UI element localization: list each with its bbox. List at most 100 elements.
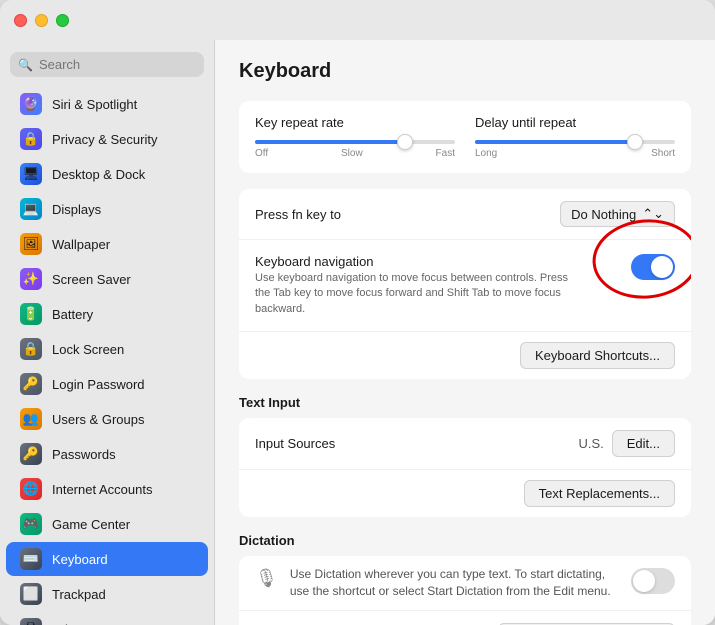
delay-repeat-slider-track[interactable] (475, 140, 675, 144)
sidebar-label-wallpaper: Wallpaper (52, 237, 110, 252)
delay-repeat-slider-container: Long Short (475, 140, 675, 159)
sidebar-item-printers[interactable]: 🖨 Printers & Scanners (6, 612, 208, 625)
input-sources-controls: U.S. Edit... (578, 430, 675, 457)
sidebar-item-trackpad[interactable]: ⬜ Trackpad (6, 577, 208, 611)
battery-icon: 🔋 (20, 303, 42, 325)
key-repeat-slider-thumb[interactable] (397, 134, 413, 150)
sidebar-label-trackpad: Trackpad (52, 587, 106, 602)
keyboard-nav-toggle-knob (651, 256, 673, 278)
sidebar-item-screensaver[interactable]: ✨ Screen Saver (6, 262, 208, 296)
sidebar-label-privacy: Privacy & Security (52, 132, 157, 147)
press-fn-label: Press fn key to (255, 207, 341, 222)
dictation-card: 🎙 Use Dictation wherever you can type te… (239, 556, 691, 625)
search-box[interactable]: 🔍 (10, 52, 204, 77)
right-panel: Keyboard Key repeat rate (215, 40, 715, 625)
input-sources-label: Input Sources (255, 436, 335, 451)
sidebar-item-internetaccounts[interactable]: 🌐 Internet Accounts (6, 472, 208, 506)
sidebar-item-battery[interactable]: 🔋Battery (6, 297, 208, 331)
sidebar-label-lockscreen: Lock Screen (52, 342, 124, 357)
minimize-button[interactable] (35, 14, 48, 27)
sidebar-item-privacy[interactable]: 🔒 Privacy & Security (6, 122, 208, 156)
delay-repeat-slider-fill (475, 140, 635, 144)
main-layout: 🔍 🔮Siri & Spotlight🔒Privacy & Security🖥D… (0, 40, 715, 625)
sidebar-item-wallpaper[interactable]: 🖼 Wallpaper (6, 227, 208, 261)
titlebar (0, 0, 715, 40)
sidebar-item-displays[interactable]: 💻 Displays (6, 192, 208, 226)
press-fn-value: Do Nothing (571, 207, 636, 222)
sidebar-label-screensaver: Screen Saver (52, 272, 131, 287)
sidebar-label-displays: Displays (52, 202, 101, 217)
key-repeat-slider-container: Off Slow Fast (255, 140, 455, 159)
input-sources-edit-button[interactable]: Edit... (612, 430, 675, 457)
displays-icon: 💻 (20, 198, 42, 220)
panel-title: Keyboard (239, 60, 691, 83)
key-repeat-label: Key repeat rate (255, 115, 455, 130)
dictation-description: Use Dictation wherever you can type text… (290, 566, 619, 600)
keyboard-icon: ⌨️ (20, 548, 42, 570)
microphone-icon: 🎙 (255, 568, 278, 589)
delay-repeat-slider-thumb[interactable] (627, 134, 643, 150)
trackpad-icon: ⬜ (20, 583, 42, 605)
keyboard-nav-text: Keyboard navigation Use keyboard navigat… (255, 254, 575, 317)
text-input-header: Text Input (239, 395, 691, 410)
delay-short-label: Short (651, 148, 675, 159)
key-repeat-slider-track[interactable] (255, 140, 455, 144)
input-sources-row: Input Sources U.S. Edit... (239, 418, 691, 470)
system-settings-window: 🔍 🔮Siri & Spotlight🔒Privacy & Security🖥D… (0, 0, 715, 625)
text-input-card: Input Sources U.S. Edit... Text Replacem… (239, 418, 691, 517)
press-fn-chevron: ⌃⌄ (642, 206, 664, 222)
keyboard-nav-description: Use keyboard navigation to move focus be… (255, 271, 575, 317)
delay-repeat-label: Delay until repeat (475, 115, 675, 130)
key-repeat-slow-label: Slow (341, 148, 363, 159)
sidebar-item-gamecenter[interactable]: 🎮 Game Center (6, 507, 208, 541)
sidebar-item-lockscreen[interactable]: 🔒 Lock Screen (6, 332, 208, 366)
sidebar-item-desktop[interactable]: 🖥Desktop & Dock (6, 157, 208, 191)
sidebar-label-passwords: Passwords (52, 447, 116, 462)
search-input[interactable] (39, 57, 196, 72)
delay-long-label: Long (475, 148, 497, 159)
key-repeat-off-label: Off (255, 148, 268, 159)
sidebar-item-keyboard[interactable]: ⌨️Keyboard (6, 542, 208, 576)
siri-icon: 🔮 (20, 93, 42, 115)
sidebar-item-passwords[interactable]: 🔑Passwords (6, 437, 208, 471)
dictation-toggle[interactable] (631, 568, 675, 594)
fn-keyboard-nav-card: Press fn key to Do Nothing ⌃⌄ Keyboard n… (239, 189, 691, 379)
sidebar-label-internetaccounts: Internet Accounts (52, 482, 152, 497)
sidebar-item-loginpassword[interactable]: 🔑 Login Password (6, 367, 208, 401)
search-icon: 🔍 (18, 58, 33, 72)
sidebar-label-printers: Printers & Scanners (52, 622, 168, 625)
printers-icon: 🖨 (20, 618, 42, 625)
gamecenter-icon: 🎮 (20, 513, 42, 535)
sidebar-label-siri: Siri & Spotlight (52, 97, 137, 112)
sidebar-items-container: 🔮 Siri & Spotlight 🔒 Privacy & Security 🖥Des… (0, 87, 214, 625)
keyboard-nav-label: Keyboard navigation (255, 254, 575, 269)
sidebar-item-siri[interactable]: 🔮 Siri & Spotlight (6, 87, 208, 121)
close-button[interactable] (14, 14, 27, 27)
desktop-icon: 🖥 (20, 163, 42, 185)
keyboard-repeat-card: Key repeat rate Off Slow Fast (239, 101, 691, 173)
language-row: Language English (United States) ⌃⌄ (239, 611, 691, 625)
sidebar: 🔍 🔮Siri & Spotlight🔒Privacy & Security🖥D… (0, 40, 215, 625)
keyboard-nav-toggle[interactable] (631, 254, 675, 280)
screensaver-icon: ✨ (20, 268, 42, 290)
panel-content: Keyboard Key repeat rate (239, 60, 691, 625)
internetaccounts-icon: 🌐 (20, 478, 42, 500)
sidebar-item-users[interactable]: 👥Users & Groups (6, 402, 208, 436)
dictation-toggle-knob (633, 570, 655, 592)
key-repeat-section: Key repeat rate Off Slow Fast (255, 115, 455, 159)
key-repeat-slider-fill (255, 140, 405, 144)
press-fn-row: Press fn key to Do Nothing ⌃⌄ (239, 189, 691, 240)
key-repeat-fast-label: Fast (436, 148, 455, 159)
maximize-button[interactable] (56, 14, 69, 27)
keyboard-shortcuts-button[interactable]: Keyboard Shortcuts... (520, 342, 675, 369)
wallpaper-icon: 🖼 (20, 233, 42, 255)
privacy-icon: 🔒 (20, 128, 42, 150)
sidebar-label-loginpassword: Login Password (52, 377, 145, 392)
delay-repeat-slider-ends: Long Short (475, 148, 675, 159)
lockscreen-icon: 🔒 (20, 338, 42, 360)
press-fn-dropdown[interactable]: Do Nothing ⌃⌄ (560, 201, 675, 227)
sidebar-label-gamecenter: Game Center (52, 517, 130, 532)
loginpassword-icon: 🔑 (20, 373, 42, 395)
delay-repeat-section: Delay until repeat Long Short (475, 115, 675, 159)
text-replacements-button[interactable]: Text Replacements... (524, 480, 675, 507)
